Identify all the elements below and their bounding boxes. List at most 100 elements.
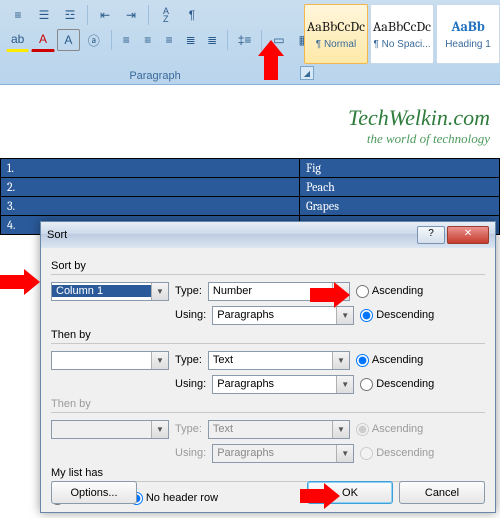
style-heading-1[interactable]: AaBb Heading 1 (436, 4, 500, 64)
style-name: ¶ Normal (316, 39, 356, 50)
chevron-down-icon: ▼ (332, 352, 349, 369)
chevron-down-icon: ▼ (336, 307, 353, 324)
using-label: Using: (175, 447, 206, 459)
align-left-button[interactable]: ≡ (116, 29, 135, 51)
descending-radio[interactable]: Descending (360, 309, 434, 322)
ascending-radio[interactable]: Ascending (356, 354, 423, 367)
ascending-radio-disabled: Ascending (356, 423, 423, 436)
chevron-down-icon: ▼ (336, 445, 353, 462)
multilevel-button[interactable]: ☲ (58, 4, 82, 26)
combo-value: Number (209, 285, 332, 297)
chevron-down-icon: ▼ (151, 352, 168, 369)
divider (51, 412, 485, 413)
sort-using-combo[interactable]: Paragraphs ▼ (212, 306, 354, 325)
style-preview: AaBb (451, 18, 484, 35)
cell-num[interactable]: 3. (1, 197, 300, 216)
sort-by-label: Sort by (51, 260, 485, 272)
cell-num[interactable]: 1. (1, 159, 300, 178)
align-right-button[interactable]: ≡ (159, 29, 178, 51)
then-type-combo-disabled: Text ▼ (208, 420, 350, 439)
style-name: Heading 1 (445, 39, 491, 50)
using-label: Using: (175, 309, 206, 321)
watermark: TechWelkin.com the world of technology (348, 105, 490, 147)
dialog-body: Sort by Column 1 ▼ Type: Number ▼ Ascend… (41, 248, 495, 518)
style-normal[interactable]: AaBbCcDc ¶ Normal (304, 4, 368, 64)
shading-button[interactable]: ▭ (267, 29, 290, 51)
combo-value: Text (209, 423, 332, 435)
cell-val[interactable]: Peach (300, 178, 500, 197)
options-button[interactable]: Options... (51, 481, 137, 504)
sort-dialog: Sort ? ✕ Sort by Column 1 ▼ Type: Number… (40, 221, 496, 513)
numbering-button[interactable]: ☰ (32, 4, 56, 26)
character-border-button[interactable]: A (57, 29, 80, 51)
titlebar[interactable]: Sort ? ✕ (41, 222, 495, 248)
type-label: Type: (175, 285, 202, 297)
help-button[interactable]: ? (417, 226, 445, 244)
close-button[interactable]: ✕ (447, 226, 489, 244)
align-center-button[interactable]: ≡ (138, 29, 157, 51)
dialog-title: Sort (47, 229, 415, 241)
table-row[interactable]: 3. Grapes (1, 197, 500, 216)
divider (227, 30, 228, 50)
chevron-down-icon: ▼ (151, 421, 168, 438)
increase-indent-button[interactable]: ⇥ (119, 4, 143, 26)
combo-value: Paragraphs (213, 378, 336, 390)
watermark-title: TechWelkin.com (348, 105, 490, 131)
chevron-down-icon: ▼ (332, 283, 349, 300)
paragraph-group-label: Paragraph (0, 70, 310, 82)
divider (261, 30, 262, 50)
decrease-indent-button[interactable]: ⇤ (93, 4, 117, 26)
distributed-button[interactable]: ≣ (202, 29, 221, 51)
font-color-button[interactable]: A (31, 28, 54, 52)
combo-value: Text (209, 354, 332, 366)
descending-radio[interactable]: Descending (360, 378, 434, 391)
combo-value: Column 1 (52, 285, 151, 297)
cell-val[interactable]: Fig (300, 159, 500, 178)
descending-radio-disabled: Descending (360, 447, 434, 460)
divider (51, 274, 485, 275)
paragraph-dialog-launcher[interactable]: ◢ (300, 66, 314, 80)
type-label: Type: (175, 354, 202, 366)
then-type-combo[interactable]: Text ▼ (208, 351, 350, 370)
highlight-button[interactable]: ab (6, 28, 29, 52)
bullets-button[interactable]: ≡ (6, 4, 30, 26)
then-by-label: Then by (51, 329, 485, 341)
sort-field-combo[interactable]: Column 1 ▼ (51, 282, 169, 301)
table-row[interactable]: 1. Fig (1, 159, 500, 178)
then-using-combo[interactable]: Paragraphs ▼ (212, 375, 354, 394)
no-header-row-radio[interactable]: No header row (130, 492, 218, 505)
cancel-button[interactable]: Cancel (399, 481, 485, 504)
line-spacing-button[interactable]: ‡≡ (233, 29, 256, 51)
ribbon: ≡ ☰ ☲ ⇤ ⇥ AZ ¶ ab A A ⓐ ≡ ≡ ≡ ≣ ≣ ‡≡ (0, 0, 500, 85)
justify-button[interactable]: ≣ (181, 29, 200, 51)
radio-label: No header row (146, 492, 218, 504)
show-hide-button[interactable]: ¶ (180, 4, 204, 26)
button-label: OK (342, 487, 358, 499)
ok-button[interactable]: OK (307, 481, 393, 504)
cell-val[interactable]: Grapes (300, 197, 500, 216)
button-label: Cancel (425, 487, 459, 499)
then-field-combo-disabled: ▼ (51, 420, 169, 439)
sort-button[interactable]: AZ (154, 4, 178, 26)
table-row[interactable]: 2. Peach (1, 178, 500, 197)
cell-num[interactable]: 2. (1, 178, 300, 197)
radio-label: Ascending (372, 423, 423, 435)
divider (111, 30, 112, 50)
combo-value: Paragraphs (213, 309, 336, 321)
style-no-spacing[interactable]: AaBbCcDc ¶ No Spaci... (370, 4, 434, 64)
divider (87, 5, 88, 25)
radio-label: Descending (376, 447, 434, 459)
enclose-char-button[interactable]: ⓐ (82, 29, 105, 51)
divider (51, 343, 485, 344)
combo-value: Paragraphs (213, 447, 336, 459)
sort-type-combo[interactable]: Number ▼ (208, 282, 350, 301)
then-field-combo[interactable]: ▼ (51, 351, 169, 370)
style-preview: AaBbCcDc (373, 18, 431, 35)
using-label: Using: (175, 378, 206, 390)
styles-gallery: AaBbCcDc ¶ Normal AaBbCcDc ¶ No Spaci...… (304, 4, 500, 62)
divider (148, 5, 149, 25)
ascending-radio[interactable]: Ascending (356, 285, 423, 298)
radio-label: Ascending (372, 285, 423, 297)
chevron-down-icon: ▼ (336, 376, 353, 393)
radio-label: Descending (376, 309, 434, 321)
